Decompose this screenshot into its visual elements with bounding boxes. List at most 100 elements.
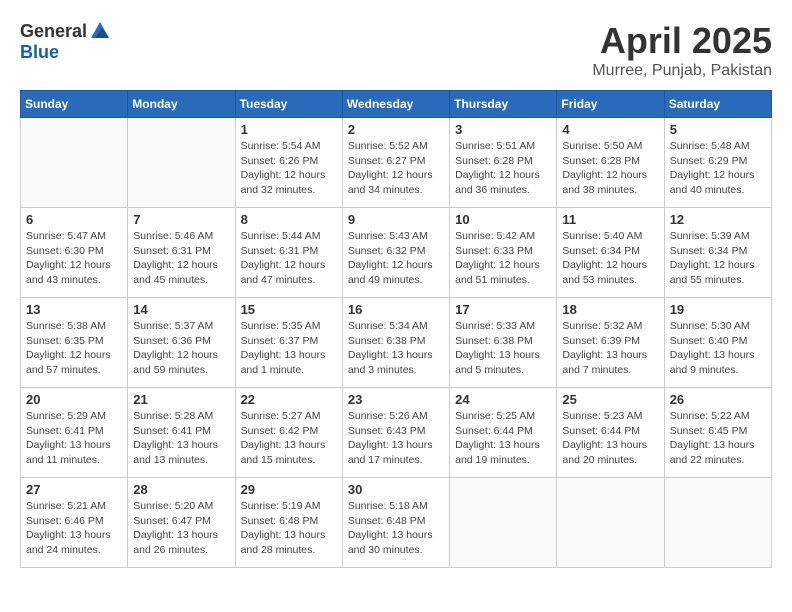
day-info: Sunrise: 5:22 AMSunset: 6:45 PMDaylight:… [670,409,766,468]
day-number: 6 [26,212,122,227]
day-number: 15 [241,302,337,317]
day-info: Sunrise: 5:29 AMSunset: 6:41 PMDaylight:… [26,409,122,468]
day-number: 20 [26,392,122,407]
week-row-3: 13 Sunrise: 5:38 AMSunset: 6:35 PMDayligh… [21,298,772,388]
calendar-cell: 3 Sunrise: 5:51 AMSunset: 6:28 PMDaylight… [450,118,557,208]
day-number: 29 [241,482,337,497]
calendar-cell: 9Sunrise: 5:43 AMSunset: 6:32 PMDaylight… [342,208,449,298]
day-number: 3 [455,122,551,137]
calendar-cell: 28 Sunrise: 5:20 AMSunset: 6:47 PMDayligh… [128,478,235,568]
calendar-cell: 4Sunrise: 5:50 AMSunset: 6:28 PMDaylight… [557,118,664,208]
weekday-header-thursday: Thursday [450,91,557,118]
weekday-header-friday: Friday [557,91,664,118]
day-info: Sunrise: 5:33 AMSunset: 6:38 PMDaylight:… [455,319,551,378]
calendar-cell: 26 Sunrise: 5:22 AMSunset: 6:45 PMDayligh… [664,388,771,478]
calendar-cell [21,118,128,208]
day-number: 18 [562,302,658,317]
logo: General Blue [20,20,111,63]
day-info: Sunrise: 5:27 AMSunset: 6:42 PMDaylight:… [241,409,337,468]
day-number: 27 [26,482,122,497]
calendar-cell: 30 Sunrise: 5:18 AMSunset: 6:48 PMDayligh… [342,478,449,568]
day-number: 10 [455,212,551,227]
day-number: 5 [670,122,766,137]
day-number: 25 [562,392,658,407]
day-number: 16 [348,302,444,317]
logo-icon [89,20,111,42]
day-number: 28 [133,482,229,497]
day-info: Sunrise: 5:46 AMSunset: 6:31 PMDaylight:… [133,229,229,288]
day-info: Sunrise: 5:39 AMSunset: 6:34 PMDaylight:… [670,229,766,288]
day-number: 1 [241,122,337,137]
calendar-cell: 10 Sunrise: 5:42 AMSunset: 6:33 PMDayligh… [450,208,557,298]
weekday-header-sunday: Sunday [21,91,128,118]
day-info: Sunrise: 5:38 AMSunset: 6:35 PMDaylight:… [26,319,122,378]
day-number: 26 [670,392,766,407]
day-info: Sunrise: 5:19 AMSunset: 6:48 PMDaylight:… [241,499,337,558]
day-info: Sunrise: 5:23 AMSunset: 6:44 PMDaylight:… [562,409,658,468]
calendar-cell: 12Sunrise: 5:39 AMSunset: 6:34 PMDayligh… [664,208,771,298]
month-year-title: April 2025 [592,20,772,62]
calendar-cell: 16 Sunrise: 5:34 AMSunset: 6:38 PMDayligh… [342,298,449,388]
calendar-cell: 19Sunrise: 5:30 AMSunset: 6:40 PMDayligh… [664,298,771,388]
day-info: Sunrise: 5:28 AMSunset: 6:41 PMDaylight:… [133,409,229,468]
calendar-cell: 1 Sunrise: 5:54 AMSunset: 6:26 PMDaylight… [235,118,342,208]
day-info: Sunrise: 5:32 AMSunset: 6:39 PMDaylight:… [562,319,658,378]
week-row-2: 6 Sunrise: 5:47 AMSunset: 6:30 PMDaylight… [21,208,772,298]
day-info: Sunrise: 5:48 AMSunset: 6:29 PMDaylight:… [670,139,766,198]
calendar-cell: 18 Sunrise: 5:32 AMSunset: 6:39 PMDayligh… [557,298,664,388]
calendar-cell: 5 Sunrise: 5:48 AMSunset: 6:29 PMDaylight… [664,118,771,208]
weekday-header-monday: Monday [128,91,235,118]
calendar-cell [664,478,771,568]
day-number: 11 [562,212,658,227]
calendar-cell: 13 Sunrise: 5:38 AMSunset: 6:35 PMDayligh… [21,298,128,388]
day-number: 8 [241,212,337,227]
calendar-cell: 14Sunrise: 5:37 AMSunset: 6:36 PMDayligh… [128,298,235,388]
calendar-cell: 23Sunrise: 5:26 AMSunset: 6:43 PMDayligh… [342,388,449,478]
week-row-1: 1 Sunrise: 5:54 AMSunset: 6:26 PMDaylight… [21,118,772,208]
day-info: Sunrise: 5:20 AMSunset: 6:47 PMDaylight:… [133,499,229,558]
day-info: Sunrise: 5:35 AMSunset: 6:37 PMDaylight:… [241,319,337,378]
day-number: 9 [348,212,444,227]
calendar-cell: 8 Sunrise: 5:44 AMSunset: 6:31 PMDaylight… [235,208,342,298]
day-info: Sunrise: 5:51 AMSunset: 6:28 PMDaylight:… [455,139,551,198]
calendar-cell: 27 Sunrise: 5:21 AMSunset: 6:46 PMDayligh… [21,478,128,568]
calendar-cell [128,118,235,208]
day-info: Sunrise: 5:26 AMSunset: 6:43 PMDaylight:… [348,409,444,468]
calendar-cell: 17 Sunrise: 5:33 AMSunset: 6:38 PMDayligh… [450,298,557,388]
day-number: 13 [26,302,122,317]
logo-blue-text: Blue [20,42,59,63]
day-info: Sunrise: 5:21 AMSunset: 6:46 PMDaylight:… [26,499,122,558]
day-info: Sunrise: 5:44 AMSunset: 6:31 PMDaylight:… [241,229,337,288]
calendar-cell: 15 Sunrise: 5:35 AMSunset: 6:37 PMDayligh… [235,298,342,388]
day-number: 7 [133,212,229,227]
calendar-cell [450,478,557,568]
day-info: Sunrise: 5:50 AMSunset: 6:28 PMDaylight:… [562,139,658,198]
calendar-table: SundayMondayTuesdayWednesdayThursdayFrid… [20,90,772,568]
day-info: Sunrise: 5:54 AMSunset: 6:26 PMDaylight:… [241,139,337,198]
day-info: Sunrise: 5:37 AMSunset: 6:36 PMDaylight:… [133,319,229,378]
day-number: 22 [241,392,337,407]
calendar-cell [557,478,664,568]
calendar-cell: 6 Sunrise: 5:47 AMSunset: 6:30 PMDaylight… [21,208,128,298]
day-info: Sunrise: 5:18 AMSunset: 6:48 PMDaylight:… [348,499,444,558]
day-info: Sunrise: 5:40 AMSunset: 6:34 PMDaylight:… [562,229,658,288]
day-info: Sunrise: 5:42 AMSunset: 6:33 PMDaylight:… [455,229,551,288]
weekday-header-row: SundayMondayTuesdayWednesdayThursdayFrid… [21,91,772,118]
calendar-cell: 25 Sunrise: 5:23 AMSunset: 6:44 PMDayligh… [557,388,664,478]
weekday-header-saturday: Saturday [664,91,771,118]
weekday-header-tuesday: Tuesday [235,91,342,118]
calendar-cell: 2 Sunrise: 5:52 AMSunset: 6:27 PMDaylight… [342,118,449,208]
day-info: Sunrise: 5:47 AMSunset: 6:30 PMDaylight:… [26,229,122,288]
calendar-cell: 11 Sunrise: 5:40 AMSunset: 6:34 PMDayligh… [557,208,664,298]
day-number: 17 [455,302,551,317]
day-number: 30 [348,482,444,497]
day-number: 24 [455,392,551,407]
day-info: Sunrise: 5:52 AMSunset: 6:27 PMDaylight:… [348,139,444,198]
calendar-cell: 20 Sunrise: 5:29 AMSunset: 6:41 PMDayligh… [21,388,128,478]
day-number: 2 [348,122,444,137]
weekday-header-wednesday: Wednesday [342,91,449,118]
calendar-cell: 29 Sunrise: 5:19 AMSunset: 6:48 PMDayligh… [235,478,342,568]
day-info: Sunrise: 5:34 AMSunset: 6:38 PMDaylight:… [348,319,444,378]
day-number: 21 [133,392,229,407]
week-row-4: 20 Sunrise: 5:29 AMSunset: 6:41 PMDayligh… [21,388,772,478]
